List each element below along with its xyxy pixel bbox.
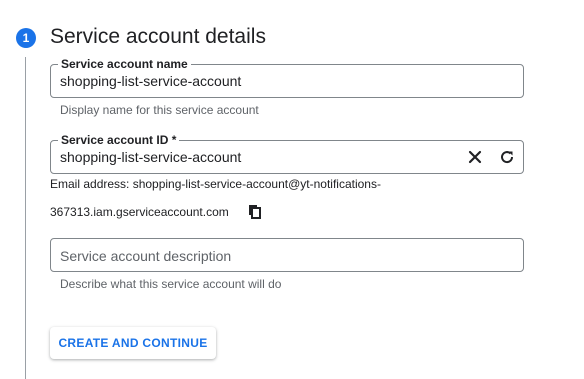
service-account-description-hint: Describe what this service account will … — [60, 277, 282, 291]
step-connector-line — [25, 57, 26, 379]
email-address-line2: 367313.iam.gserviceaccount.com — [50, 205, 229, 219]
close-icon[interactable] — [466, 148, 484, 166]
create-and-continue-button[interactable]: CREATE AND CONTINUE — [50, 327, 216, 359]
service-account-name-value[interactable]: shopping-list-service-account — [60, 73, 241, 90]
service-account-id-field[interactable]: Service account ID * shopping-list-servi… — [50, 133, 524, 174]
service-account-id-value[interactable]: shopping-list-service-account — [60, 149, 241, 166]
service-account-id-label: Service account ID * — [58, 133, 180, 147]
service-account-form: 1 Service account details Service accoun… — [0, 0, 584, 379]
refresh-icon[interactable] — [498, 148, 516, 166]
step-number-badge: 1 — [16, 28, 36, 48]
service-account-description-placeholder[interactable]: Service account description — [60, 248, 231, 265]
email-address-line1: Email address: shopping-list-service-acc… — [50, 177, 381, 191]
step-title: Service account details — [50, 25, 266, 48]
service-account-description-field[interactable]: Service account description — [50, 238, 524, 272]
copy-icon[interactable] — [246, 203, 264, 221]
service-account-name-field[interactable]: Service account name shopping-list-servi… — [50, 57, 524, 98]
service-account-name-label: Service account name — [58, 57, 191, 71]
service-account-name-hint: Display name for this service account — [60, 103, 259, 117]
